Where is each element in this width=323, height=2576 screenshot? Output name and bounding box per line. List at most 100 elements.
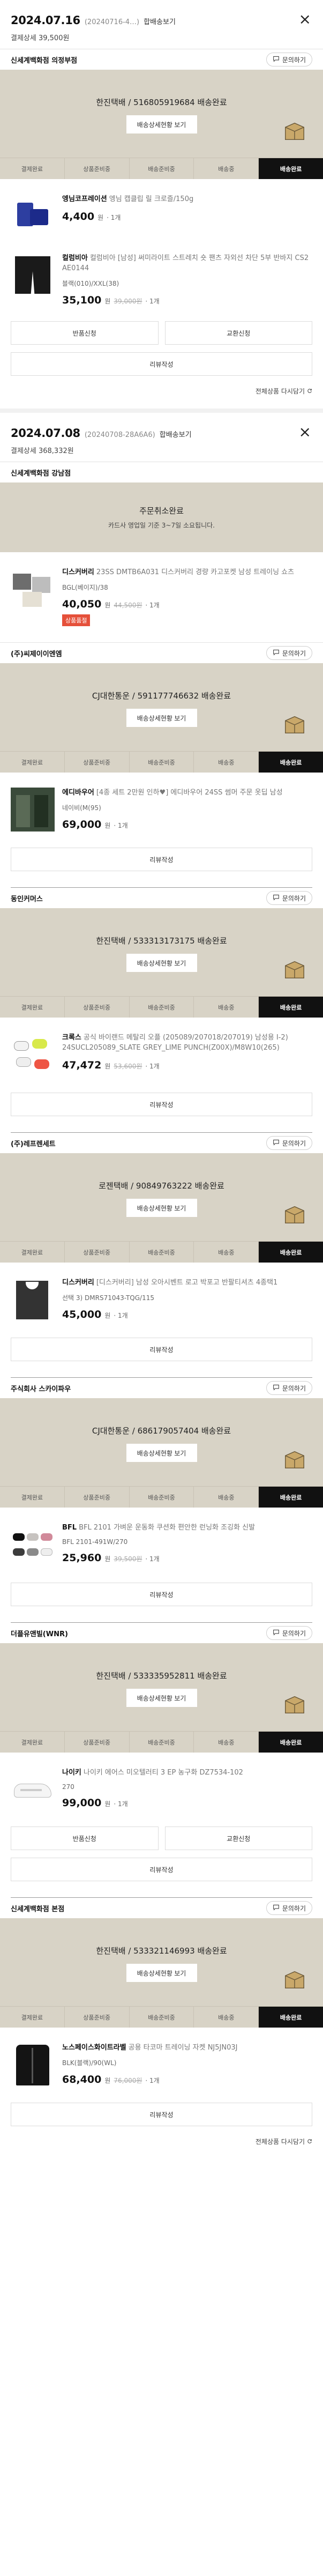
original-price: 76,000원 [114,2077,142,2084]
write-review-button[interactable]: 리뷰작성 [11,1858,312,1881]
seller-row: (주)레프렌세트 문의하기 [0,1133,323,1153]
close-icon[interactable]: × [299,425,311,440]
package-icon [282,119,307,144]
product-thumbnail[interactable] [11,1768,55,1812]
delivery-step: 상품준비중 [65,2007,130,2028]
ask-seller-button[interactable]: 문의하기 [266,1136,312,1150]
product-info: 나이키 나이키 에어스 미오텔러티 3 EP 농구화 DZ7534-102 270 9… [62,1768,312,1812]
product-item[interactable]: 디스커버리 23SS DMTB6A031 디스커버리 경량 카고포켓 남성 트레이… [0,567,323,626]
seller-name: 신세계백화점 본점 [11,1905,65,1913]
action-row: 반품신청 교환신청 [0,321,323,345]
product-name[interactable]: 에디바우어 [4종 세트 2만원 인하♥] 에디바우어 24SS 썸머 주문 옷딥… [62,788,312,798]
product-name[interactable]: 크록스 공식 바이랜드 메탈리 오플 (205089/207018/207019)… [62,1033,312,1053]
chat-icon [273,1384,280,1392]
shipping-status-text: CJ대한통운 / 591177746632 배송완료 [92,691,231,701]
exchange-request-button[interactable]: 교환신청 [164,321,312,345]
product-title: [4종 세트 2만원 인하♥] 에디바우어 24SS 썸머 주문 옷딥 남성 [96,789,283,797]
delivery-step: 결제완료 [0,1487,65,1508]
product-item[interactable]: 나이키 나이키 에어스 미오텔러티 3 EP 농구화 DZ7534-102 270 9… [0,1768,323,1812]
reorder-all-link[interactable]: 전체상품 다시담기 [0,2137,323,2146]
product-name[interactable]: 나이키 나이키 에어스 미오텔러티 3 EP 농구화 DZ7534-102 [62,1768,312,1778]
seller-name: (주)레프렌세트 [11,1140,56,1148]
product-item[interactable]: 에디바우어 [4종 세트 2만원 인하♥] 에디바우어 24SS 썸머 주문 옷딥… [0,788,323,832]
product-item[interactable]: 컬럼비아 컬럼비아 [남성] 써미라이트 스트레치 숏 팬츠 자외선 차단 5부 … [0,253,323,306]
ask-label: 문의하기 [282,1384,306,1392]
product-name[interactable]: 노스페이스화이트라벨 공용 타코마 트레이닝 자켓 NJ5JN03J [62,2043,312,2053]
product-title: 나이키 에어스 미오텔러티 3 EP 농구화 DZ7534-102 [83,1769,243,1777]
product-name[interactable]: 디스커버리 [디스커버리] 남성 오아시벤트 로고 박포고 반팔티셔츠 4종택1 [62,1278,312,1288]
review-row: 리뷰작성 [0,2103,323,2126]
review-row: 리뷰작성 [0,1093,323,1116]
track-delivery-button[interactable]: 배송상세현황 보기 [126,709,197,727]
product-item[interactable]: BFL BFL 2101 가벼운 운동화 쿠션화 편안한 런닝화 조깅화 신발 BF… [0,1523,323,1567]
payment-summary[interactable]: 결제상세 39,500원 [11,32,312,42]
close-icon[interactable]: × [299,12,311,27]
product-thumbnail[interactable] [11,1278,55,1322]
combined-shipping-link[interactable]: 합배송보기 [160,429,192,439]
delivery-steps: 결제완료 상품준비중 배송준비중 배송중 배송완료 [0,1486,323,1508]
delivery-step: 배송준비중 [130,2007,194,2028]
product-thumbnail[interactable] [11,788,55,832]
ask-label: 문의하기 [282,1629,306,1637]
track-delivery-button[interactable]: 배송상세현황 보기 [126,954,197,972]
write-review-button[interactable]: 리뷰작성 [11,1093,312,1116]
reload-icon [307,2138,312,2146]
write-review-button[interactable]: 리뷰작성 [11,1338,312,1361]
write-review-button[interactable]: 리뷰작성 [11,848,312,871]
product-thumbnail[interactable] [11,1523,55,1567]
track-delivery-button[interactable]: 배송상세현황 보기 [126,1444,197,1462]
order-header: 2024.07.08 (20240708-28A6A6) 합배송보기 × 결제상세 36… [0,413,323,456]
product-item[interactable]: 노스페이스화이트라벨 공용 타코마 트레이닝 자켓 NJ5JN03J BLK(블랙)… [0,2043,323,2087]
order-title: 2024.07.08 (20240708-28A6A6) 합배송보기 [11,427,312,440]
write-review-button[interactable]: 리뷰작성 [11,1583,312,1606]
payment-summary[interactable]: 결제상세 368,332원 [11,445,312,455]
ask-seller-button[interactable]: 문의하기 [266,891,312,905]
shipping-status-panel: 로젠택배 / 90849763222 배송완료 배송상세현황 보기 결제완료 상품준비… [0,1153,323,1263]
product-item[interactable]: 크록스 공식 바이랜드 메탈리 오플 (205089/207018/207019)… [0,1033,323,1077]
review-row: 리뷰작성 [0,848,323,871]
product-name[interactable]: BFL BFL 2101 가벼운 운동화 쿠션화 편안한 런닝화 조깅화 신발 [62,1523,312,1533]
product-price: 99,000 [62,1797,102,1809]
track-delivery-button[interactable]: 배송상세현황 보기 [126,1964,197,1982]
product-price: 4,400 [62,211,95,222]
product-thumbnail[interactable] [11,2043,55,2087]
product-item[interactable]: 디스커버리 [디스커버리] 남성 오아시벤트 로고 박포고 반팔티셔츠 4종택1 선… [0,1278,323,1322]
product-title: [디스커버리] 남성 오아시벤트 로고 박포고 반팔티셔츠 4종택1 [96,1279,278,1287]
product-name[interactable]: 엥님코프레이션 엥님 캡클립 릴 크로즐/150g [62,194,312,204]
delivery-step: 배송중 [194,752,259,773]
product-name[interactable]: 디스커버리 23SS DMTB6A031 디스커버리 경량 카고포켓 남성 트레이… [62,567,312,577]
product-brand: 컬럼비아 [62,254,88,262]
order-title: 2024.07.16 (20240716-4…) 합배송보기 [11,14,312,27]
track-delivery-button[interactable]: 배송상세현황 보기 [126,1689,197,1707]
combined-shipping-link[interactable]: 합배송보기 [144,16,176,26]
product-price: 40,050 [62,598,102,610]
ask-seller-button[interactable]: 문의하기 [266,1381,312,1395]
exchange-request-button[interactable]: 교환신청 [164,1827,312,1850]
price-row: 40,050 원 44,500원 · 1개 [62,598,312,610]
delivery-step: 상품준비중 [65,752,130,773]
product-thumbnail[interactable] [11,1033,55,1077]
seller-name: (주)씨제이이엔엠 [11,650,62,658]
package-icon [282,1692,307,1717]
product-thumbnail[interactable] [11,253,55,297]
ask-seller-button[interactable]: 문의하기 [266,1901,312,1915]
product-thumbnail[interactable] [11,567,55,611]
ask-seller-button[interactable]: 문의하기 [266,1626,312,1640]
return-request-button[interactable]: 반품신청 [11,321,159,345]
ask-seller-button[interactable]: 문의하기 [266,53,312,66]
product-option: 선택 3) DMRS71043-TQG/115 [62,1294,154,1302]
seller-row: 주식회사 스카이파우 문의하기 [0,1378,323,1398]
track-delivery-button[interactable]: 배송상세현황 보기 [126,115,197,133]
delivery-step: 배송중 [194,997,259,1018]
write-review-button[interactable]: 리뷰작성 [11,352,312,376]
return-request-button[interactable]: 반품신청 [11,1827,159,1850]
product-thumbnail[interactable] [11,194,55,238]
product-item[interactable]: 엥님코프레이션 엥님 캡클립 릴 크로즐/150g 4,400 원 · 1개 [0,194,323,238]
track-delivery-button[interactable]: 배송상세현황 보기 [126,1199,197,1217]
product-name[interactable]: 컬럼비아 컬럼비아 [남성] 써미라이트 스트레치 숏 팬츠 자외선 차단 5부 … [62,253,312,273]
ask-seller-button[interactable]: 문의하기 [266,646,312,660]
write-review-button[interactable]: 리뷰작성 [11,2103,312,2126]
product-title: 23SS DMTB6A031 디스커버리 경량 카고포켓 남성 트레이닝 쇼츠 [96,568,295,576]
product-brand: 디스커버리 [62,1279,94,1287]
reorder-all-link[interactable]: 전체상품 다시담기 [0,387,323,396]
